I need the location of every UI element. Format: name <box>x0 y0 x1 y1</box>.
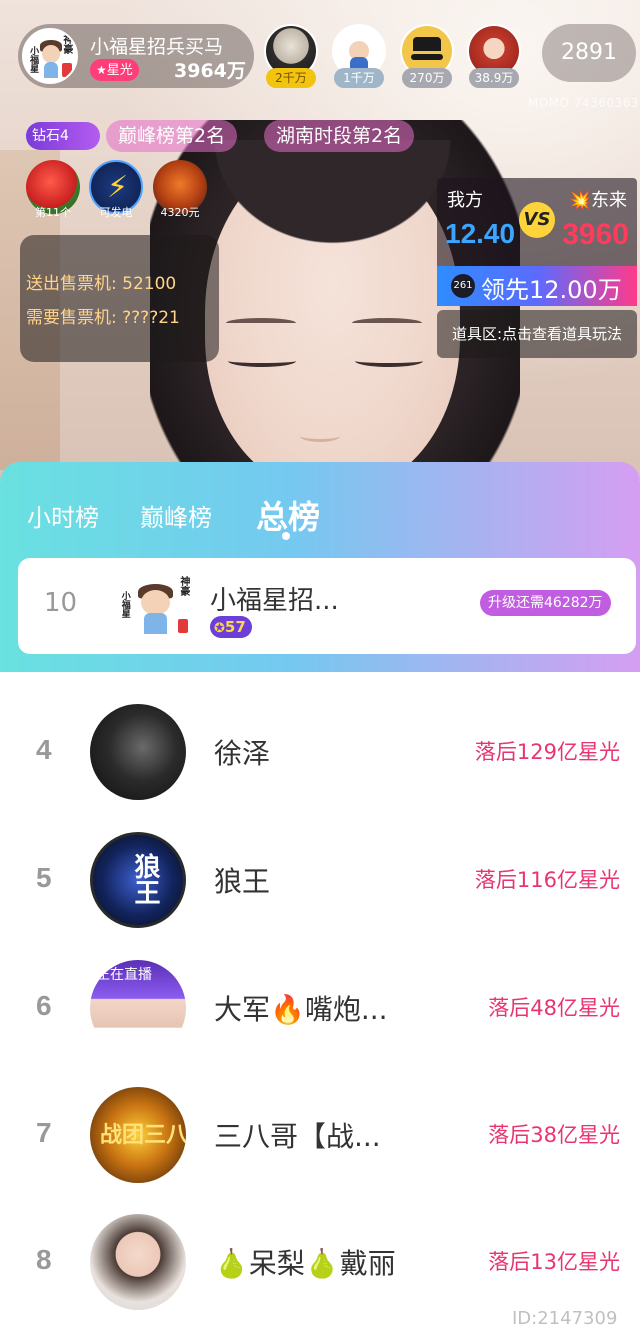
prop-area-button[interactable]: 道具区:点击查看道具玩法 <box>437 310 637 358</box>
list-item[interactable]: 4 徐泽 落后129亿星光 <box>0 688 640 816</box>
streamer-brow <box>226 318 296 328</box>
viewer-contribution: 38.9万 <box>469 68 519 88</box>
viewer-contribution: 270万 <box>402 68 452 88</box>
streamer-brow <box>352 318 422 328</box>
host-starlight-count: 3964万 <box>174 60 246 82</box>
avatar-tag-right: 神豪 <box>177 575 189 596</box>
tickets-sent: 送出售票机: 52100 <box>26 274 177 294</box>
peak-rank-badge[interactable]: 巅峰榜第2名 <box>106 120 238 152</box>
gap-to-next: 落后129亿星光 <box>474 740 620 764</box>
star-icon: ★ <box>96 63 107 77</box>
host-name: 小福星招兵买马 <box>90 36 224 58</box>
ranking-list: 4 徐泽 落后129亿星光 5 狼王 狼王 落后116亿星光 6 正在直播 大军… <box>0 672 640 1335</box>
gap-to-next: 落后116亿星光 <box>474 868 620 892</box>
active-tab-indicator <box>282 532 290 540</box>
gift-label: 可发电 <box>99 206 133 219</box>
streamer-eye <box>355 355 423 367</box>
starlight-badge-label: 星光 <box>106 63 133 78</box>
pk-lead-bar: 261 领先12.00万 <box>437 266 637 306</box>
top-viewer-1[interactable]: 2千万 <box>264 24 318 88</box>
my-rank-card[interactable]: 10 小福星 神豪 小福星招... ✪57 升级还需46282万 <box>18 558 636 654</box>
avatar-tag-left: 小福星 <box>28 45 39 73</box>
my-avatar: 小福星 神豪 <box>114 570 194 640</box>
tickets-needed: 需要售票机: ????21 <box>26 308 180 328</box>
list-item[interactable]: 5 狼王 狼王 落后116亿星光 <box>0 816 640 944</box>
pk-lead-badge: 261 <box>451 274 475 298</box>
pk-opponent-label: 💥东来 <box>568 190 627 211</box>
online-count-button[interactable]: 2891 <box>542 24 636 82</box>
list-item[interactable]: 8 🍐呆梨🍐戴丽 落后13亿星光 <box>0 1198 640 1326</box>
rank-number: 5 <box>36 862 52 893</box>
gift-label: 4320元 <box>160 206 200 219</box>
viewer-contribution: 1千万 <box>334 68 384 88</box>
tab-peak[interactable]: 巅峰榜 <box>140 498 212 533</box>
streamer-eye <box>228 355 296 367</box>
avatar-text: 正在直播 <box>96 967 152 983</box>
tab-total[interactable]: 总榜 <box>256 492 320 538</box>
my-level-value: 57 <box>224 618 246 636</box>
viewer-contribution: 2千万 <box>266 68 316 88</box>
diamond-level-badge: 钻石4 <box>26 122 100 150</box>
pk-battle-panel[interactable]: 我方 💥东来 12.40 VS 3960 261 领先12.00万 <box>437 178 637 308</box>
gift-activity-2[interactable]: ⚡ 可发电 <box>89 160 143 224</box>
user-name: 🍐呆梨🍐戴丽 <box>214 1247 396 1280</box>
top-viewer-4[interactable]: 38.9万 <box>467 24 521 88</box>
gift-activity-3[interactable]: 4320元 <box>153 160 207 224</box>
star-icon: ✪ <box>214 621 225 636</box>
avatar: 正在直播 <box>90 960 186 1056</box>
user-name: 三八哥【战... <box>214 1120 381 1153</box>
avatar-text: 战团三八 <box>100 1123 186 1148</box>
streamer-nose <box>300 430 340 442</box>
avatar <box>90 1214 186 1310</box>
rank-number: 4 <box>36 734 52 765</box>
user-name: 徐泽 <box>214 737 271 770</box>
user-name: 狼王 <box>214 865 271 898</box>
cartoon-avatar-art: 小福星 神豪 <box>24 30 76 82</box>
gap-to-next: 落后13亿星光 <box>488 1250 620 1274</box>
top-viewer-2[interactable]: 1千万 <box>332 24 386 88</box>
pk-our-side-label: 我方 <box>447 190 483 211</box>
stream-watermark: MOMO 74360363 <box>528 96 639 110</box>
pk-opponent-score: 3960 <box>562 218 629 251</box>
avatar-tag-left: 小福星 <box>119 591 130 618</box>
list-item[interactable]: 7 战团三八 三八哥【战... 落后38亿星光 <box>0 1071 640 1199</box>
pk-our-score: 12.40 <box>445 218 516 249</box>
user-name: 大军🔥嘴炮... <box>214 993 388 1026</box>
pk-scoreboard: 我方 💥东来 12.40 VS 3960 <box>437 178 637 266</box>
my-name: 小福星招... <box>210 586 339 616</box>
host-info-pill[interactable]: 小福星 神豪 小福星招兵买马 ★星光 3964万 <box>18 24 254 88</box>
starlight-badge: ★星光 <box>90 59 139 81</box>
host-avatar[interactable]: 小福星 神豪 <box>22 28 78 84</box>
list-item[interactable]: 6 正在直播 大军🔥嘴炮... 落后48亿星光 <box>0 944 640 1072</box>
rank-number: 6 <box>36 990 52 1021</box>
top-viewer-3[interactable]: 270万 <box>400 24 454 88</box>
avatar: 战团三八 <box>90 1087 186 1183</box>
my-rank-number: 10 <box>44 588 78 618</box>
tab-hourly[interactable]: 小时榜 <box>27 498 99 533</box>
rank-number: 8 <box>36 1244 52 1275</box>
rank-number: 7 <box>36 1117 52 1148</box>
upgrade-requirement-badge: 升级还需46282万 <box>480 590 611 616</box>
pk-lead-text: 领先12.00万 <box>481 276 622 304</box>
avatar: 狼王 <box>90 832 186 928</box>
avatar-text: 狼王 <box>130 853 160 905</box>
regional-rank-badge[interactable]: 湖南时段第2名 <box>264 120 415 152</box>
ticket-machine-panel[interactable]: 送出售票机: 52100 需要售票机: ????21 <box>20 235 219 362</box>
gift-activity-1[interactable]: 第11个 <box>26 160 80 224</box>
leaderboard-sheet: 小时榜 巅峰榜 总榜 10 小福星 神豪 小福星招... ✪57 升级还需462… <box>0 462 640 672</box>
explosion-icon: 💥 <box>568 190 591 211</box>
gap-to-next: 落后38亿星光 <box>488 1123 620 1147</box>
vs-icon: VS <box>519 202 555 238</box>
avatar-tag-right: 神豪 <box>60 34 72 55</box>
avatar <box>90 704 186 800</box>
gap-to-next: 落后48亿星光 <box>488 996 620 1020</box>
my-level-badge: ✪57 <box>210 616 252 638</box>
weibo-id-watermark: ID:2147309 <box>512 1308 618 1329</box>
streamer-bangs <box>195 140 470 260</box>
gift-label: 第11个 <box>35 206 71 219</box>
